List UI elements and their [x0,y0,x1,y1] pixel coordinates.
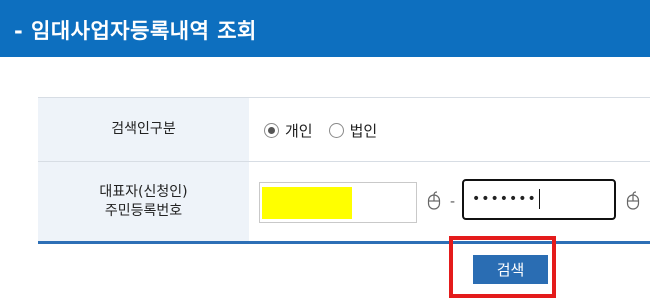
resident-number-row: 대표자(신청인) 주민등록번호 - ••••••• [38,162,650,242]
resident-number-value: - ••••••• [250,162,650,242]
mouse-icon[interactable] [626,191,640,211]
search-type-radio-group: 개인 법인 [264,120,393,141]
search-type-row: 검색인구분 개인 법인 [38,98,650,162]
resident-number-label: 대표자(신청인) 주민등록번호 [38,162,249,242]
resident-number-label-line1: 대표자(신청인) [99,184,188,200]
table-bottom-border [38,241,650,244]
resident-number-first-input[interactable] [259,182,417,223]
text-cursor [538,189,540,209]
mouse-icon[interactable] [427,191,441,211]
search-type-label: 검색인구분 [38,98,249,161]
radio-individual-label[interactable]: 개인 [285,120,313,141]
search-type-value: 개인 법인 [250,98,650,161]
radio-corporation-label[interactable]: 법인 [350,120,378,141]
resident-number-second-input[interactable]: ••••••• [462,179,616,220]
resident-number-second-value: ••••••• [472,191,537,207]
resident-number-label-line2: 주민등록번호 [104,203,183,219]
page-title: - 임대사업자등록내역 조회 [14,19,257,43]
page-header: - 임대사업자등록내역 조회 [0,0,650,57]
radio-individual[interactable] [264,123,279,138]
redaction-mask [262,187,352,219]
highlight-annotation [449,236,556,298]
radio-corporation[interactable] [328,123,344,138]
resident-number-separator: - [450,194,456,210]
search-form-table: 검색인구분 개인 법인 대표자(신청인) 주민등록번호 - ••••••• [38,97,650,244]
